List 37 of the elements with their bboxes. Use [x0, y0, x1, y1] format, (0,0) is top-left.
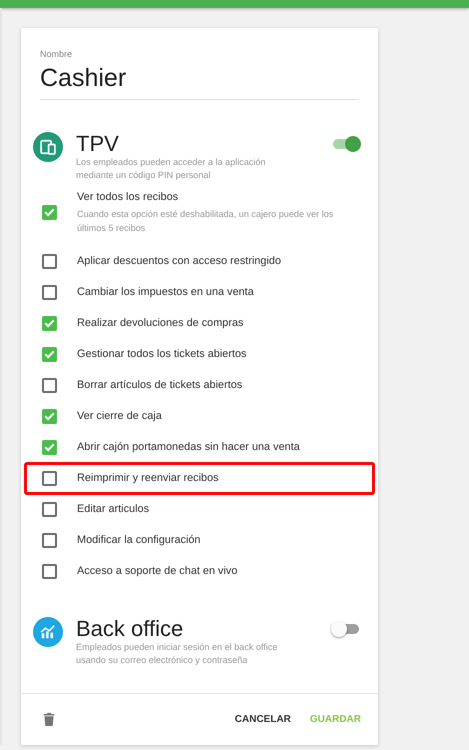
permission-label: Aplicar descuentos con acceso restringido: [77, 254, 282, 269]
permission-label: Borrar artículos de tickets abiertos: [77, 378, 242, 393]
checkbox[interactable]: [42, 409, 57, 424]
section-description: Empleados pueden iniciar sesión en el back office usando su correo electrónico y contraseña: [76, 641, 279, 667]
permission-label: Editar articulos: [77, 502, 150, 517]
permission-label: Acceso a soporte de chat en vivo: [77, 564, 238, 579]
field-label: Nombre: [40, 48, 74, 60]
cancel-button[interactable]: CANCELAR: [230, 708, 295, 731]
permission-label: Ver cierre de caja: [77, 409, 162, 424]
name-field[interactable]: Nombre Cashier: [40, 48, 359, 100]
checkbox[interactable]: [42, 471, 57, 486]
permission-hint: Cuando esta opción esté deshabilitada, un cajero puede ver los últimos 5 recibos: [77, 208, 334, 235]
toggle-switch[interactable]: [333, 624, 359, 634]
checkbox[interactable]: [42, 533, 57, 548]
chart-icon: [33, 617, 63, 647]
permission-label: Modificar la configuración: [77, 533, 200, 548]
checkbox[interactable]: [42, 316, 57, 331]
checkbox[interactable]: [42, 285, 57, 300]
checkbox[interactable]: [42, 564, 57, 579]
checkbox[interactable]: [42, 378, 57, 393]
field-value: Cashier: [40, 63, 128, 94]
checkbox[interactable]: [42, 502, 57, 517]
checkbox[interactable]: [42, 254, 57, 269]
section-description: Los empleados pueden acceder a la aplicación mediante un código PIN personal: [76, 156, 267, 182]
permission-label: Realizar devoluciones de compras: [77, 316, 244, 331]
checkbox[interactable]: [42, 205, 57, 220]
section-title: Back office: [76, 617, 184, 641]
section-title: TPV: [76, 132, 120, 156]
checkbox[interactable]: [42, 440, 57, 455]
toggle-switch[interactable]: [333, 139, 359, 149]
checkbox[interactable]: [42, 347, 57, 362]
devices-icon: [33, 132, 63, 162]
permission-label: Gestionar todos los tickets abiertos: [77, 347, 246, 362]
permission-label: Cambiar los impuestos en una venta: [77, 285, 254, 300]
permission-label: Reimprimir y reenviar recibos: [77, 471, 219, 486]
permission-label: Ver todos los recibos: [77, 190, 180, 205]
permission-label: Abrir cajón portamonedas sin hacer una venta: [77, 440, 300, 455]
